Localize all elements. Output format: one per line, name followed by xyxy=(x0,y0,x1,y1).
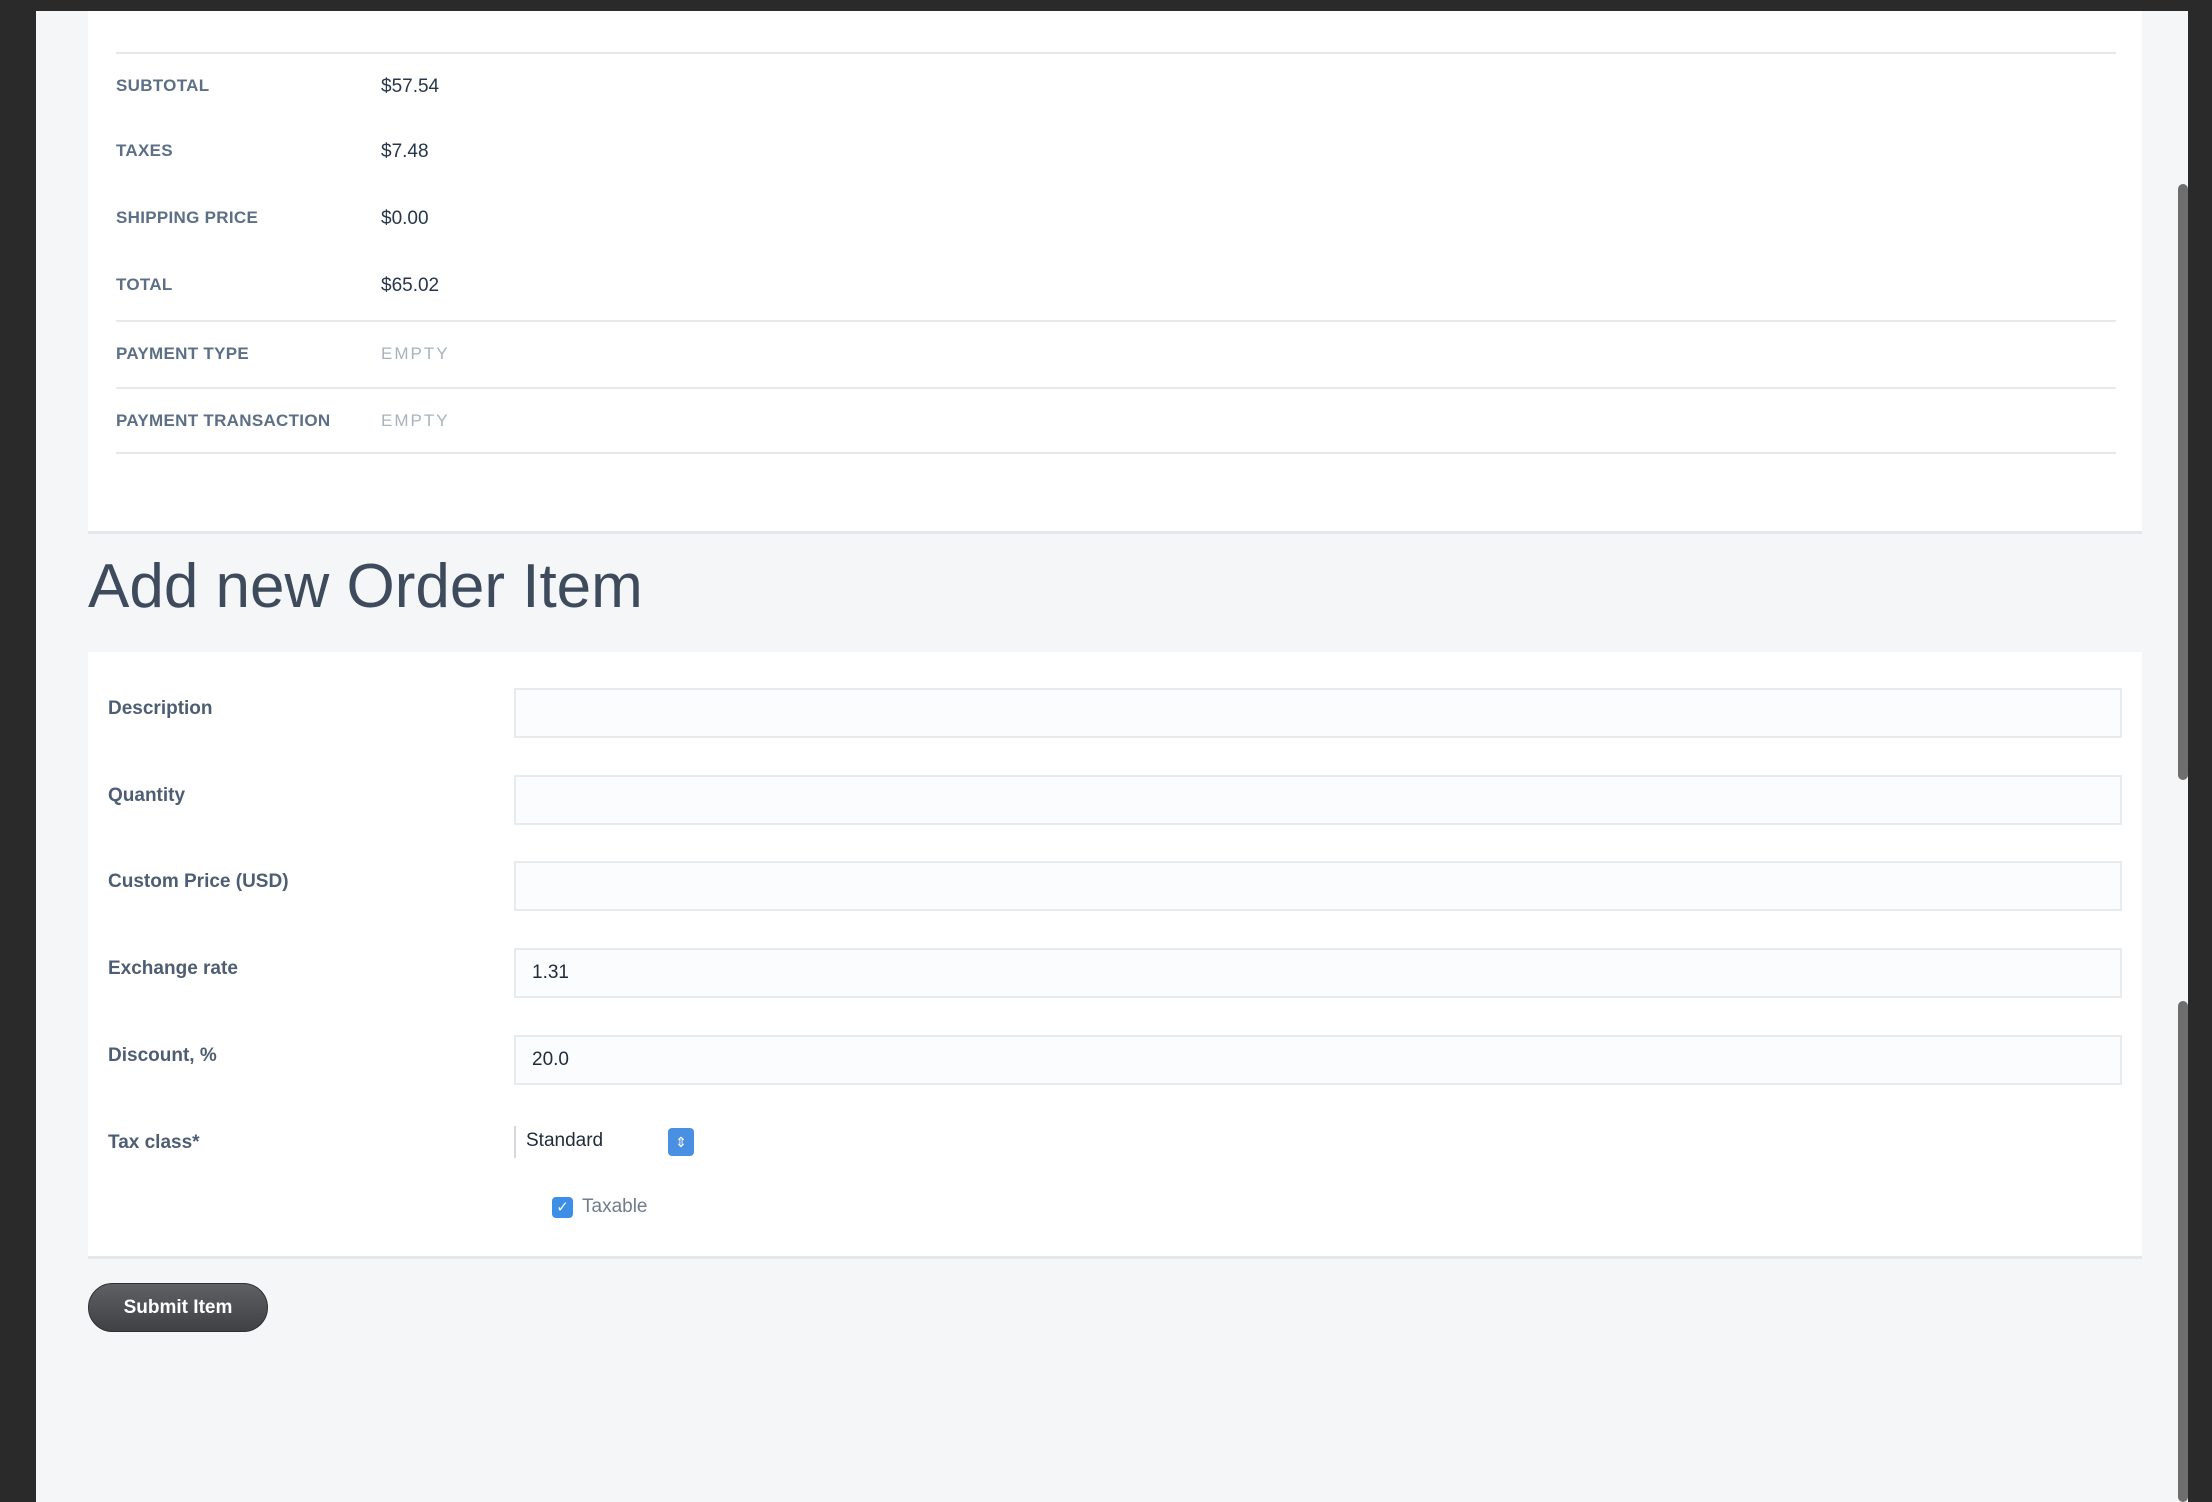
summary-label: PAYMENT TRANSACTION xyxy=(116,411,331,430)
page-viewport: SUBTOTAL $57.54 TAXES $7.48 SHIPPING PRI… xyxy=(36,11,2188,1502)
exchange-rate-label: Exchange rate xyxy=(108,958,238,979)
order-summary-table: SUBTOTAL $57.54 TAXES $7.48 SHIPPING PRI… xyxy=(116,52,2116,454)
summary-value: $0.00 xyxy=(381,208,429,229)
summary-row-taxes: TAXES $7.48 xyxy=(116,119,2116,186)
order-item-form: Description Quantity Custom Price (USD) … xyxy=(88,652,2142,1259)
taxable-checkbox[interactable]: ✓ xyxy=(552,1197,573,1218)
scrollbar-thumb-secondary[interactable] xyxy=(2178,1001,2188,1502)
summary-value: EMPTY xyxy=(381,411,450,430)
tax-class-select[interactable]: Standard ⇕ xyxy=(514,1126,694,1158)
summary-value: $65.02 xyxy=(381,275,440,296)
summary-row-total: TOTAL $65.02 xyxy=(116,253,2116,320)
tax-class-row: Tax class* Standard ⇕ xyxy=(88,1122,2142,1172)
quantity-label: Quantity xyxy=(108,785,186,806)
summary-label: TOTAL xyxy=(116,275,173,294)
discount-label: Discount, % xyxy=(108,1045,217,1066)
discount-input[interactable] xyxy=(514,1035,2122,1085)
quantity-row: Quantity xyxy=(88,775,2142,825)
taxable-label: Taxable xyxy=(582,1196,648,1217)
tax-class-selected-value[interactable]: Standard xyxy=(514,1126,694,1158)
custom-price-input[interactable] xyxy=(514,861,2122,911)
summary-row-payment-transaction: PAYMENT TRANSACTION EMPTY xyxy=(116,387,2116,454)
scrollbar-thumb[interactable] xyxy=(2178,184,2188,780)
updown-arrows-icon[interactable]: ⇕ xyxy=(668,1128,694,1156)
description-input[interactable] xyxy=(514,688,2122,738)
summary-label: SHIPPING PRICE xyxy=(116,208,259,227)
custom-price-row: Custom Price (USD) xyxy=(88,861,2142,911)
summary-value: $57.54 xyxy=(381,76,440,97)
summary-row-payment-type: PAYMENT TYPE EMPTY xyxy=(116,320,2116,387)
order-summary-card: SUBTOTAL $57.54 TAXES $7.48 SHIPPING PRI… xyxy=(88,11,2142,534)
quantity-input[interactable] xyxy=(514,775,2122,825)
custom-price-label: Custom Price (USD) xyxy=(108,871,289,892)
summary-row-subtotal: SUBTOTAL $57.54 xyxy=(116,52,2116,119)
exchange-rate-row: Exchange rate xyxy=(88,948,2142,998)
scrollbar[interactable] xyxy=(2178,11,2188,1502)
description-label: Description xyxy=(108,698,213,719)
summary-row-shipping-price: SHIPPING PRICE $0.00 xyxy=(116,186,2116,253)
tax-class-label: Tax class* xyxy=(108,1132,200,1153)
page-title: Add new Order Item xyxy=(88,552,643,621)
summary-value: $7.48 xyxy=(381,141,429,162)
summary-label: TAXES xyxy=(116,141,173,160)
summary-value: EMPTY xyxy=(381,344,450,363)
checkmark-icon: ✓ xyxy=(556,1199,569,1216)
summary-label: PAYMENT TYPE xyxy=(116,344,250,363)
description-row: Description xyxy=(88,688,2142,738)
submit-item-button[interactable]: Submit Item xyxy=(88,1283,268,1332)
summary-label: SUBTOTAL xyxy=(116,76,210,95)
discount-row: Discount, % xyxy=(88,1035,2142,1085)
exchange-rate-input[interactable] xyxy=(514,948,2122,998)
